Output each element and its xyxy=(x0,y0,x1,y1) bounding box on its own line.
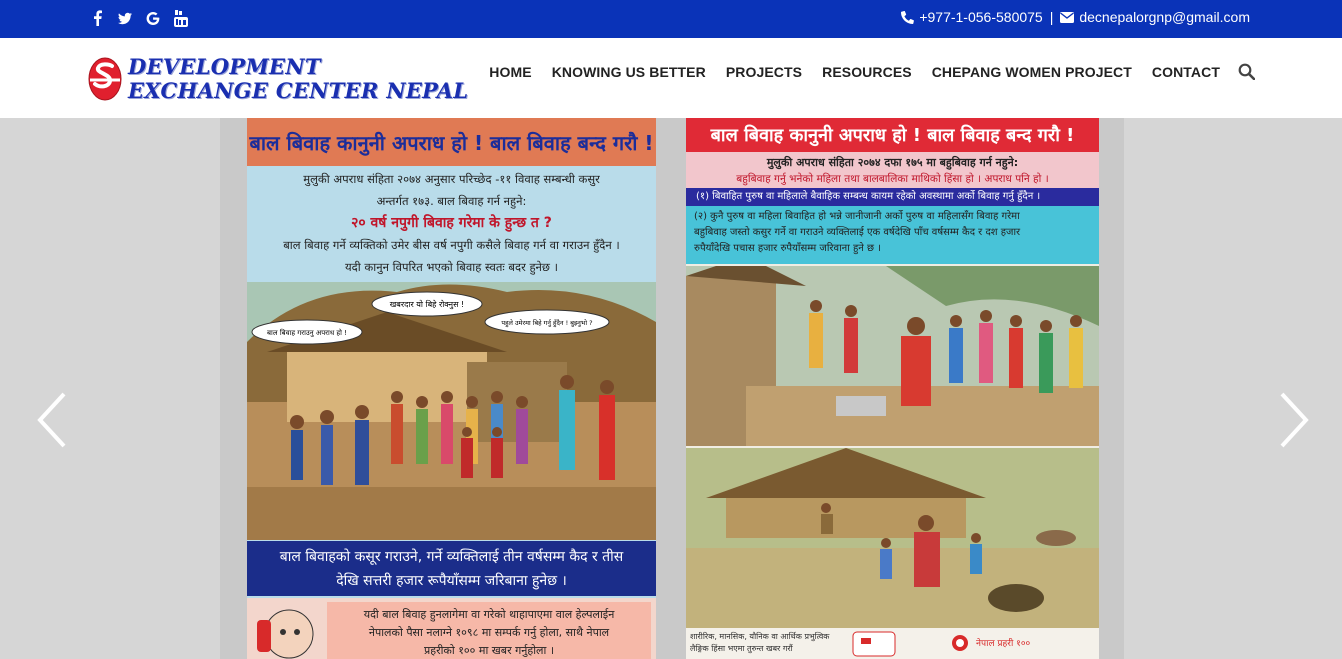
site-header: DEVELOPMENT EXCHANGE CENTER NEPAL HOME K… xyxy=(0,38,1342,118)
nepal-police-emblem-icon xyxy=(952,635,968,651)
logo-mark-icon xyxy=(86,56,124,102)
poster1-line2: अन्तर्गत १७३. बाल बिवाह गर्न नहुने: xyxy=(376,194,527,208)
google-icon[interactable] xyxy=(146,9,160,27)
poster2-clause1: (१) बिवाहित पुरुष वा महिलाले बैवाहिक सम्… xyxy=(686,188,1099,206)
hero-slider xyxy=(0,118,1342,659)
poster2-cyan2: बहुबिवाह जस्तो कसुर गर्ने वा गराउने व्यक… xyxy=(694,227,1021,238)
poster2-banner-text: बाल बिवाह कानुनी अपराध हो ! बाल बिवाह बन… xyxy=(710,125,1075,146)
poster2-banner: बाल बिवाह कानुनी अपराध हो ! बाल बिवाह बन… xyxy=(686,118,1099,152)
poster2-sub1: मुलुकी अपराध संहिता २०७४ दफा १७५ मा बहुब… xyxy=(766,156,1019,169)
nav-contact[interactable]: CONTACT xyxy=(1152,62,1220,82)
social-links xyxy=(90,9,188,27)
phone-icon-red xyxy=(852,631,896,657)
email-address[interactable]: decnepalorgnp@gmail.com xyxy=(1079,9,1250,25)
poster-child-marriage-1: बाल बिवाह कानुनी अपराध हो ! बाल बिवाह बन… xyxy=(247,118,656,659)
poster2-cyan3: रुपैयाँदेखि पचास हजार रुपैयाँसम्म जरिवान… xyxy=(694,243,882,254)
envelope-icon xyxy=(1060,11,1075,23)
poster1-banner: बाल बिवाह कानुनी अपराध हो ! बाल बिवाह बन… xyxy=(247,118,656,166)
poster1-bottom2: देखि सत्तरी हजार रूपैयाँसम्म जरिबाना हुन… xyxy=(336,573,567,589)
nav-resources[interactable]: RESOURCES xyxy=(822,62,912,82)
poster1-line4: यदी कानुन विपरित भएको बिवाह स्वतः बदर हु… xyxy=(344,260,559,274)
poster2-illustration-bottom xyxy=(686,448,1099,628)
chevron-left-icon[interactable] xyxy=(34,390,68,450)
contact-separator: | xyxy=(1049,9,1054,25)
nav-home[interactable]: HOME xyxy=(489,62,531,82)
contact-info: +977-1-056-580075 | decnepalorgnp@gmail.… xyxy=(901,9,1250,25)
nav-chepang-women-project[interactable]: CHEPANG WOMEN PROJECT xyxy=(932,62,1132,82)
poster1-bubble1: बाल बिवाह गराउनु अपराध हो ! xyxy=(267,328,347,337)
poster2-clause2: (२) कुनै पुरुष वा महिला बिवाहित हो भन्ने… xyxy=(686,206,1099,264)
poster2-footer1: शारीरिक, मानसिक, यौनिक वा आर्थिक प्रभुत्… xyxy=(690,632,830,641)
poster1-headline: २० वर्ष नपुगी बिवाह गरेमा के हुन्छ त ? xyxy=(351,215,552,231)
poster1-banner-text: बाल बिवाह कानुनी अपराध हो ! बाल बिवाह बन… xyxy=(249,130,654,155)
poster1-line3: बाल बिवाह गर्ने व्यक्तिको उमेर बीस वर्ष … xyxy=(283,238,620,252)
poster1-penalty: बाल बिवाहको कसूर गराउने, गर्ने व्यक्तिला… xyxy=(247,541,656,596)
poster1-bubble3: पहुले उमेरमा बिहे गर्नु हुँदैन ! बुझ्नुभ… xyxy=(501,319,592,328)
nav-projects[interactable]: PROJECTS xyxy=(726,62,802,82)
phone-icon xyxy=(901,10,915,24)
poster2-subtitle: मुलुकी अपराध संहिता २०७४ दफा १७५ मा बहुब… xyxy=(686,152,1099,188)
poster2-footer3: नेपाल प्रहरी १०० xyxy=(976,639,1031,649)
poster2-sub2: बहुबिवाह गर्नु भनेको महिला तथा बालबालिका… xyxy=(736,173,1049,185)
logo-line-1: DEVELOPMENT xyxy=(128,54,321,79)
chevron-right-icon[interactable] xyxy=(1278,390,1312,450)
twitter-icon[interactable] xyxy=(118,9,132,27)
poster-polygamy-2: बाल बिवाह कानुनी अपराध हो ! बाल बिवाह बन… xyxy=(686,118,1099,659)
top-bar: +977-1-056-580075 | decnepalorgnp@gmail.… xyxy=(0,0,1342,38)
poster1-bottom1: बाल बिवाहको कसूर गराउने, गर्ने व्यक्तिला… xyxy=(279,549,624,565)
poster1-legal-text: मुलुकी अपराध संहिता २०७४ अनुसार परिच्छेद… xyxy=(247,168,656,278)
search-icon[interactable] xyxy=(1238,63,1256,81)
phone-number[interactable]: +977-1-056-580075 xyxy=(919,9,1042,25)
poster1-illustration: बाल बिवाह गराउनु अपराध हो ! खबरदार यो बि… xyxy=(247,282,656,540)
phone-person-icon xyxy=(257,609,314,659)
poster1-help3: प्रहरीको १०० मा खबर गर्नुहोला । xyxy=(423,644,555,657)
facebook-icon[interactable] xyxy=(90,9,104,27)
poster1-line1: मुलुकी अपराध संहिता २०७४ अनुसार परिच्छेद… xyxy=(303,172,600,186)
youtube-icon[interactable] xyxy=(174,9,188,27)
poster1-bubble2: खबरदार यो बिहे रोक्नुस ! xyxy=(390,299,465,310)
poster2-illustration-top xyxy=(686,266,1099,446)
main-nav: HOME KNOWING US BETTER PROJECTS RESOURCE… xyxy=(469,62,1256,82)
site-logo[interactable]: DEVELOPMENT EXCHANGE CENTER NEPAL xyxy=(86,52,468,106)
poster2-footer2: लैङ्गिक हिंसा भएमा तुरुन्त खबर गरौं xyxy=(690,644,793,653)
poster2-footer: शारीरिक, मानसिक, यौनिक वा आर्थिक प्रभुत्… xyxy=(686,628,1099,659)
poster1-help2: नेपालको पैसा नलाग्ने १०९८ मा सम्पर्क गर्… xyxy=(368,626,610,639)
logo-text: DEVELOPMENT EXCHANGE CENTER NEPAL xyxy=(128,55,468,103)
poster1-helpline: यदी बाल बिवाह हुनलागेमा वा गरेको थाहापाए… xyxy=(247,598,656,659)
poster2-cyan1: (२) कुनै पुरुष वा महिला बिवाहित हो भन्ने… xyxy=(694,211,1020,222)
logo-line-2: EXCHANGE CENTER NEPAL xyxy=(128,78,469,103)
poster1-help1: यदी बाल बिवाह हुनलागेमा वा गरेको थाहापाए… xyxy=(363,608,615,621)
poster1-help-text: यदी बाल बिवाह हुनलागेमा वा गरेको थाहापाए… xyxy=(327,602,651,659)
nav-knowing-us-better[interactable]: KNOWING US BETTER xyxy=(552,62,706,82)
